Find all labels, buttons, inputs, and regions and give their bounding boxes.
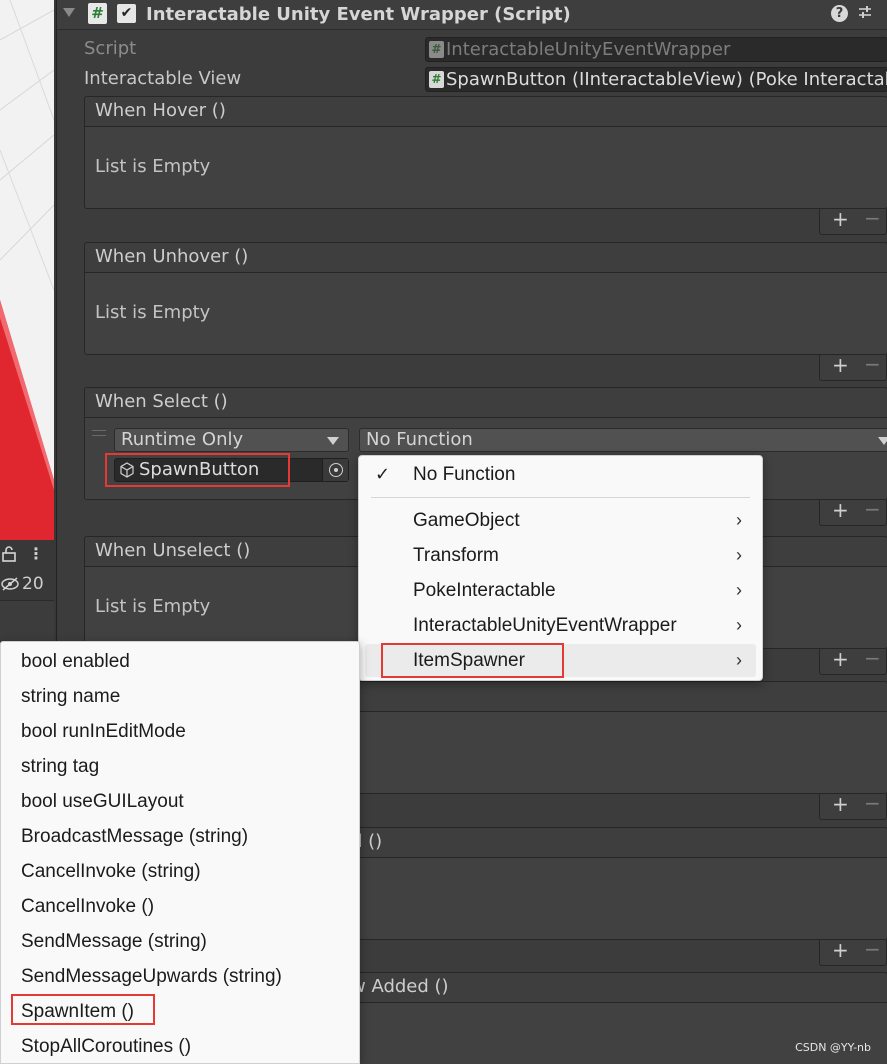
add-button[interactable]: + xyxy=(832,938,849,962)
list-add-remove: + − xyxy=(819,352,887,381)
remove-button[interactable]: − xyxy=(864,352,881,376)
scene-view[interactable] xyxy=(0,0,54,565)
menu-item-itemspawner[interactable]: ItemSpawner › xyxy=(365,644,756,677)
add-button[interactable]: + xyxy=(832,207,849,231)
chevron-right-icon: › xyxy=(736,650,742,670)
event-list: List is Empty + − xyxy=(84,126,887,235)
member-popup-menu: bool enabled string name bool runInEditM… xyxy=(0,641,360,1064)
event-header: When Unhover () xyxy=(84,242,887,272)
menu-item-sendmessage[interactable]: SendMessage (string) xyxy=(21,924,207,959)
function-popup-menu: ✓ No Function GameObject › Transform › P… xyxy=(358,455,763,681)
menu-item-bool-useguilayout[interactable]: bool useGUILayout xyxy=(21,784,184,819)
list-empty-text: List is Empty xyxy=(95,156,211,177)
menu-item-pokeinteractable[interactable]: PokeInteractable › xyxy=(359,574,762,607)
remove-button[interactable]: − xyxy=(864,497,881,521)
event-header: When Hover () xyxy=(84,96,887,126)
scene-lower-panel xyxy=(0,600,54,640)
list-add-remove: + − xyxy=(819,497,887,526)
remove-button[interactable]: − xyxy=(864,791,881,815)
component-enabled-checkbox[interactable]: ✔ xyxy=(117,4,136,23)
script-hash-icon: # xyxy=(429,41,444,58)
script-field: # InteractableUnityEventWrapper xyxy=(425,37,887,62)
script-icon: # xyxy=(88,3,107,24)
add-button[interactable]: + xyxy=(832,792,849,816)
target-object-value: SpawnButton xyxy=(139,459,260,480)
menu-item-broadcastmessage[interactable]: BroadcastMessage (string) xyxy=(21,819,248,854)
function-dropdown-value: No Function xyxy=(366,429,473,450)
menu-item-label: Transform xyxy=(413,545,499,566)
presets-icon[interactable] xyxy=(857,4,873,25)
check-icon: ✓ xyxy=(375,464,391,484)
eye-hidden-icon xyxy=(1,577,19,591)
menu-item-label: GameObject xyxy=(413,510,520,531)
event-list: List is Empty + − xyxy=(84,272,887,381)
menu-item-bool-runineditmode[interactable]: bool runInEditMode xyxy=(21,714,186,749)
menu-item-label: ItemSpawner xyxy=(413,650,525,671)
more-menu-icon[interactable]: ⋮ xyxy=(28,544,44,563)
hidden-count: 20 xyxy=(22,574,44,594)
component-title: Interactable Unity Event Wrapper (Script… xyxy=(146,4,571,25)
menu-item-sendmessageupwards[interactable]: SendMessageUpwards (string) xyxy=(21,959,282,994)
help-icon[interactable]: ? xyxy=(831,5,848,22)
foldout-arrow-icon[interactable] xyxy=(63,8,75,17)
watermark: CSDN @YY-nb xyxy=(795,1041,871,1054)
menu-item-label: PokeInteractable xyxy=(413,580,556,601)
event-when-hover: When Hover () List is Empty + − xyxy=(84,96,887,235)
chevron-right-icon: › xyxy=(736,580,742,600)
gameobject-cube-icon xyxy=(120,462,134,478)
menu-item-bool-enabled[interactable]: bool enabled xyxy=(21,644,130,679)
scene-toolbar: ⋮ 20 xyxy=(0,540,54,600)
interactable-view-value: SpawnButton (IInteractableView) (Poke In… xyxy=(446,69,887,90)
menu-separator xyxy=(371,497,750,498)
add-button[interactable]: + xyxy=(832,498,849,522)
target-object-field[interactable]: SpawnButton xyxy=(114,458,349,482)
script-field-value: InteractableUnityEventWrapper xyxy=(446,39,731,60)
object-picker-icon[interactable] xyxy=(322,459,348,481)
menu-item-string-tag[interactable]: string tag xyxy=(21,749,99,784)
lock-icon[interactable] xyxy=(2,546,16,566)
drag-handle-icon[interactable] xyxy=(92,430,106,436)
menu-item-gameobject[interactable]: GameObject › xyxy=(359,504,762,537)
menu-item-cancelinvoke-string[interactable]: CancelInvoke (string) xyxy=(21,854,201,889)
menu-item-interactableunityeventwrapper[interactable]: InteractableUnityEventWrapper › xyxy=(359,609,762,642)
scene-geometry xyxy=(0,0,54,565)
chevron-right-icon: › xyxy=(736,510,742,530)
remove-button[interactable]: − xyxy=(864,937,881,961)
add-button[interactable]: + xyxy=(832,353,849,377)
list-empty-text: List is Empty xyxy=(95,302,211,323)
list-add-remove: + − xyxy=(819,791,887,820)
function-dropdown[interactable]: No Function xyxy=(359,428,887,452)
script-label: Script xyxy=(84,38,137,59)
menu-item-stopallcoroutines[interactable]: StopAllCoroutines () xyxy=(21,1029,191,1064)
menu-item-no-function[interactable]: ✓ No Function xyxy=(359,458,762,491)
list-add-remove: + − xyxy=(819,206,887,235)
runtime-dropdown-value: Runtime Only xyxy=(121,429,244,450)
remove-button[interactable]: − xyxy=(864,206,881,230)
list-add-remove: + − xyxy=(819,937,887,966)
chevron-right-icon: › xyxy=(736,615,742,635)
list-add-remove: + − xyxy=(819,646,887,675)
menu-item-transform[interactable]: Transform › xyxy=(359,539,762,572)
hidden-objects-counter[interactable]: 20 xyxy=(0,574,44,594)
dropdown-arrow-icon xyxy=(878,437,887,445)
dropdown-arrow-icon xyxy=(327,437,339,445)
menu-item-label: No Function xyxy=(413,464,516,485)
event-when-unhover: When Unhover () List is Empty + − xyxy=(84,242,887,381)
interactable-view-field[interactable]: # SpawnButton (IInteractableView) (Poke … xyxy=(425,67,887,92)
menu-item-label: InteractableUnityEventWrapper xyxy=(413,615,677,636)
event-header: When Select () xyxy=(84,387,887,417)
list-empty-text: List is Empty xyxy=(95,596,211,617)
chevron-right-icon: › xyxy=(736,545,742,565)
menu-item-spawnitem[interactable]: SpawnItem () xyxy=(21,994,134,1029)
interactable-view-label: Interactable View xyxy=(84,68,242,89)
remove-button[interactable]: − xyxy=(864,646,881,670)
script-hash-icon: # xyxy=(429,71,444,88)
menu-item-string-name[interactable]: string name xyxy=(21,679,120,714)
runtime-dropdown[interactable]: Runtime Only xyxy=(114,428,349,452)
add-button[interactable]: + xyxy=(832,647,849,671)
component-header[interactable]: # ✔ Interactable Unity Event Wrapper (Sc… xyxy=(57,0,887,30)
menu-item-cancelinvoke[interactable]: CancelInvoke () xyxy=(21,889,154,924)
